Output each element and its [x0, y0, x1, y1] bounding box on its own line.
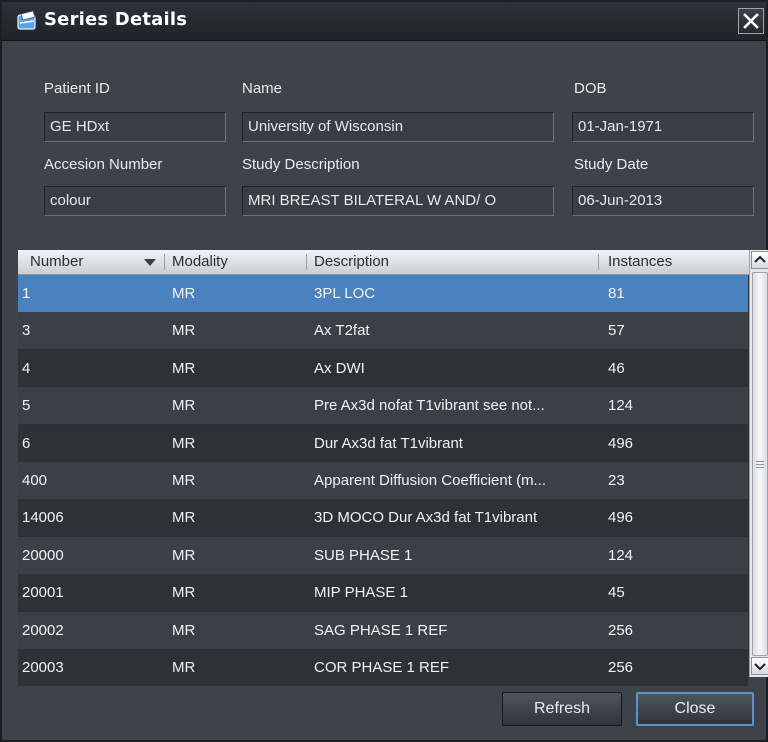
cell-number: 4 [22, 359, 31, 377]
column-header-instances[interactable]: Instances [608, 250, 672, 274]
series-icon [17, 10, 36, 30]
close-window-button[interactable] [738, 8, 764, 34]
column-divider[interactable] [598, 254, 599, 270]
cell-instances: 45 [608, 584, 625, 602]
cell-instances: 496 [608, 509, 634, 527]
table-row[interactable]: 20001 MR MIP PHASE 1 45 [18, 574, 748, 612]
series-table: Number Modality Description Instances 1 M… [18, 250, 768, 686]
table-row[interactable]: 20000 MR SUB PHASE 1 124 [18, 536, 748, 574]
cell-number: 14006 [22, 509, 64, 527]
accession-number-label: Accesion Number [44, 156, 163, 173]
cell-number: 3 [22, 322, 31, 340]
cell-number: 20001 [22, 584, 64, 602]
table-row[interactable]: 14006 MR 3D MOCO Dur Ax3d fat T1vibrant 496 [18, 499, 748, 537]
cell-description: SAG PHASE 1 REF [314, 621, 448, 639]
cell-instances: 81 [608, 285, 625, 302]
cell-description: 3PL LOC [314, 285, 376, 302]
table-row[interactable]: 4 MR Ax DWI 46 [18, 349, 748, 387]
close-icon [743, 13, 759, 29]
cell-instances: 23 [608, 472, 625, 489]
cell-modality: MR [172, 397, 196, 415]
table-row[interactable]: 3 MR Ax T2fat 57 [18, 312, 748, 350]
table-row[interactable]: 20003 MR COR PHASE 1 REF 256 [18, 649, 748, 686]
chevron-up-icon [754, 255, 766, 263]
close-button[interactable]: Close [636, 692, 754, 726]
name-label: Name [242, 80, 283, 97]
cell-modality: MR [172, 359, 196, 377]
table-header: Number Modality Description Instances [18, 250, 750, 275]
cell-instances: 256 [608, 621, 634, 639]
cell-modality: MR [172, 584, 196, 602]
column-header-modality[interactable]: Modality [172, 250, 228, 274]
column-header-description[interactable]: Description [314, 250, 389, 274]
cell-number: 20003 [22, 659, 64, 676]
accession-number-field[interactable]: colour [44, 186, 226, 216]
cell-description: COR PHASE 1 REF [314, 659, 450, 676]
table-row[interactable]: 400 MR Apparent Diffusion Coefficient (m..… [18, 462, 748, 499]
cell-modality: MR [172, 322, 196, 340]
scroll-up-button[interactable] [751, 251, 768, 269]
column-divider[interactable] [164, 254, 165, 270]
cell-instances: 57 [608, 322, 625, 340]
cell-instances: 496 [608, 434, 634, 452]
cell-number: 400 [22, 472, 48, 489]
study-description-label: Study Description [242, 156, 360, 173]
cell-instances: 256 [608, 659, 634, 676]
cell-modality: MR [172, 546, 196, 564]
cell-number: 1 [22, 285, 31, 302]
table-row[interactable]: 20002 MR SAG PHASE 1 REF 256 [18, 611, 748, 649]
cell-instances: 46 [608, 359, 625, 377]
cell-instances: 124 [608, 397, 634, 415]
table-row[interactable]: 6 MR Dur Ax3d fat T1vibrant 496 [18, 424, 748, 462]
cell-description: Dur Ax3d fat T1vibrant [314, 434, 463, 452]
column-divider[interactable] [306, 254, 307, 270]
series-details-dialog: Series Details Patient ID Name DOB GE HD… [0, 0, 768, 742]
cell-number: 20000 [22, 546, 64, 564]
cell-modality: MR [172, 659, 196, 676]
patient-id-label: Patient ID [44, 80, 110, 97]
cell-modality: MR [172, 434, 196, 452]
title-bar[interactable]: Series Details [2, 2, 766, 41]
cell-modality: MR [172, 285, 196, 302]
study-date-field[interactable]: 06-Jun-2013 [572, 186, 754, 216]
table-row[interactable]: 5 MR Pre Ax3d nofat T1vibrant see not... 12… [18, 387, 748, 425]
cell-description: Pre Ax3d nofat T1vibrant see not... [314, 397, 545, 415]
cell-number: 20002 [22, 621, 64, 639]
study-date-label: Study Date [574, 156, 649, 173]
name-field[interactable]: University of Wisconsin [242, 112, 554, 142]
cell-description: SUB PHASE 1 [314, 546, 413, 564]
dob-label: DOB [574, 80, 607, 97]
column-header-number[interactable]: Number [30, 250, 83, 274]
cell-number: 5 [22, 397, 31, 415]
cell-modality: MR [172, 621, 196, 639]
patient-id-field[interactable]: GE HDxt [44, 112, 226, 142]
cell-description: MIP PHASE 1 [314, 584, 408, 602]
dob-field[interactable]: 01-Jan-1971 [572, 112, 754, 142]
window-title: Series Details [44, 9, 188, 30]
cell-description: Ax T2fat [314, 322, 370, 340]
scrollbar-thumb[interactable] [752, 272, 768, 656]
cell-description: Apparent Diffusion Coefficient (m... [314, 472, 547, 489]
chevron-down-icon [754, 663, 766, 671]
cell-description: Ax DWI [314, 359, 365, 377]
scroll-down-button[interactable] [751, 657, 768, 675]
cell-instances: 124 [608, 546, 634, 564]
study-description-field[interactable]: MRI BREAST BILATERAL W AND/ O [242, 186, 554, 216]
table-row[interactable]: 1 MR 3PL LOC 81 [18, 275, 748, 312]
cell-description: 3D MOCO Dur Ax3d fat T1vibrant [314, 509, 538, 527]
refresh-button[interactable]: Refresh [502, 692, 622, 726]
vertical-scrollbar[interactable] [749, 250, 768, 677]
cell-number: 6 [22, 434, 31, 452]
cell-modality: MR [172, 509, 196, 527]
cell-modality: MR [172, 472, 196, 489]
sort-descending-icon [144, 259, 156, 266]
